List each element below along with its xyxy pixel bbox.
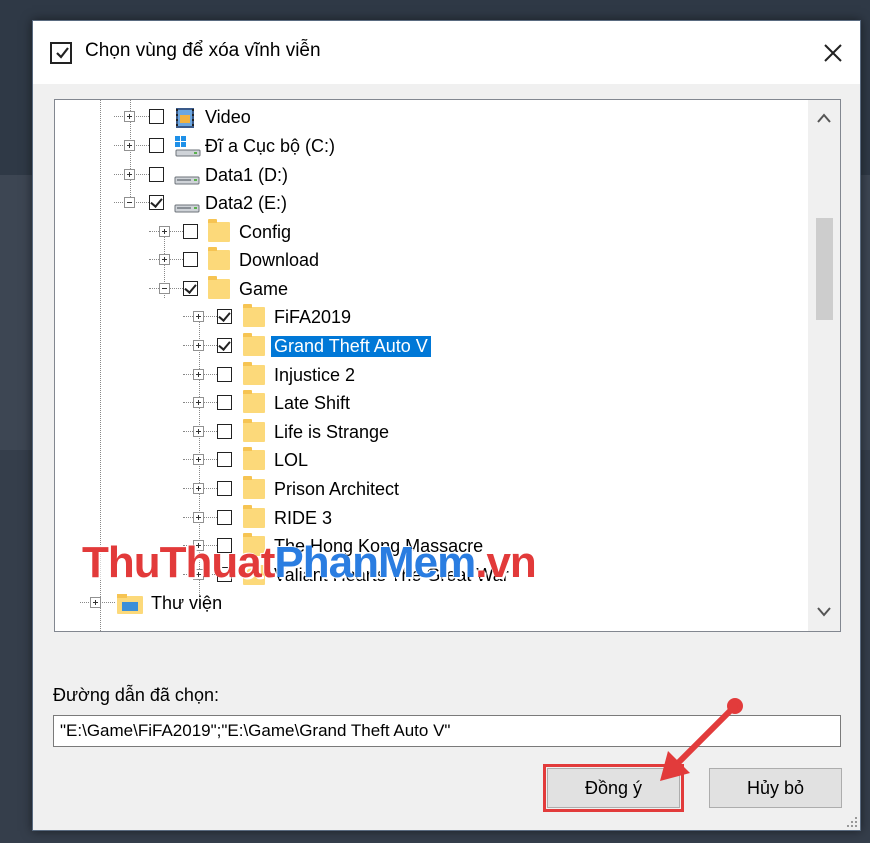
annotation-arrow-icon — [660, 698, 743, 781]
